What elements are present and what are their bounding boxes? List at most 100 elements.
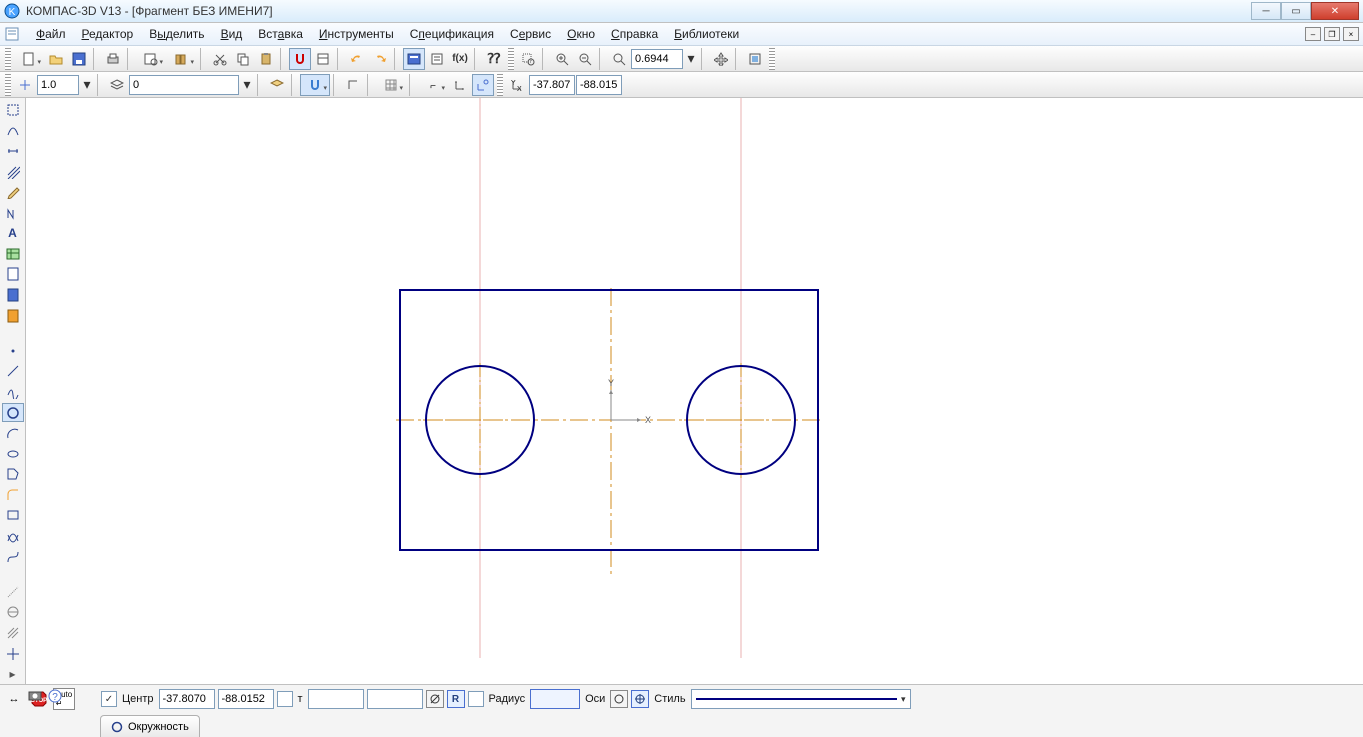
grip[interactable]: [769, 48, 775, 70]
tool-arc[interactable]: [2, 423, 24, 443]
undo-button[interactable]: [346, 48, 368, 70]
layer-input[interactable]: [129, 75, 239, 95]
scale-input[interactable]: [37, 75, 79, 95]
menu-select[interactable]: Выделить: [141, 25, 212, 43]
maximize-button[interactable]: ▭: [1281, 2, 1311, 20]
snap-settings-button[interactable]: [300, 74, 330, 96]
drawing-canvas[interactable]: X Y: [26, 98, 1363, 684]
fit-button[interactable]: [744, 48, 766, 70]
menu-tools[interactable]: Инструменты: [311, 25, 402, 43]
zoom-in-button[interactable]: [551, 48, 573, 70]
center-y-input[interactable]: [218, 689, 274, 709]
grip[interactable]: [508, 48, 514, 70]
save-button[interactable]: [68, 48, 90, 70]
expand-button[interactable]: ↔: [3, 688, 25, 710]
tool-text[interactable]: А: [2, 223, 24, 243]
center-x-input[interactable]: [159, 689, 215, 709]
menu-editor[interactable]: Редактор: [74, 25, 142, 43]
new-doc-button[interactable]: [14, 48, 44, 70]
properties-button[interactable]: [312, 48, 334, 70]
tool-spline[interactable]: [2, 382, 24, 402]
paste-button[interactable]: [255, 48, 277, 70]
layer-icon[interactable]: [106, 74, 128, 96]
doc-tab-circle[interactable]: Окружность: [100, 715, 200, 737]
cut-button[interactable]: [209, 48, 231, 70]
style-combo[interactable]: ▾: [691, 689, 911, 709]
tool-hatch2[interactable]: [2, 623, 24, 643]
tool-curve[interactable]: [2, 121, 24, 141]
help-pointer-button[interactable]: ⁇: [483, 48, 505, 70]
document-icon[interactable]: [4, 26, 20, 42]
menu-spec[interactable]: Спецификация: [402, 25, 502, 43]
t-y-input[interactable]: [367, 689, 423, 709]
tool-axis[interactable]: [2, 603, 24, 623]
axes-off[interactable]: [610, 690, 628, 708]
tool-bezier[interactable]: [2, 547, 24, 567]
doc-manager-button[interactable]: [426, 48, 448, 70]
zoom-value-input[interactable]: [631, 49, 683, 69]
tool-circle[interactable]: [2, 403, 24, 423]
print-button[interactable]: [102, 48, 124, 70]
zoom-dropdown[interactable]: ▾: [684, 48, 698, 70]
coord-y-input[interactable]: [576, 75, 622, 95]
menu-insert[interactable]: Вставка: [250, 25, 311, 43]
round-button[interactable]: ⌐: [418, 74, 448, 96]
pan-button[interactable]: [710, 48, 732, 70]
menu-view[interactable]: Вид: [213, 25, 251, 43]
menu-file[interactable]: Файл: [28, 25, 74, 43]
mdi-close[interactable]: ×: [1343, 27, 1359, 41]
tool-polygon[interactable]: [2, 526, 24, 546]
lcs-button[interactable]: [449, 74, 471, 96]
preview-button[interactable]: [136, 48, 166, 70]
coord-x-input[interactable]: [529, 75, 575, 95]
t-lock-checkbox[interactable]: [277, 691, 293, 707]
zoom-out-button[interactable]: [574, 48, 596, 70]
open-button[interactable]: [45, 48, 67, 70]
tool-signs[interactable]: [2, 306, 24, 326]
grip[interactable]: [5, 48, 11, 70]
variables-button[interactable]: f(x): [449, 48, 471, 70]
step-button[interactable]: [14, 74, 36, 96]
grip[interactable]: [497, 74, 503, 96]
copy-button[interactable]: [232, 48, 254, 70]
tool-rect[interactable]: [2, 506, 24, 526]
tool-spec[interactable]: [2, 265, 24, 285]
close-button[interactable]: ✕: [1311, 2, 1359, 20]
layer-dropdown[interactable]: ▾: [240, 74, 254, 96]
menu-service[interactable]: Сервис: [502, 25, 559, 43]
ucs-toggle[interactable]: [472, 74, 494, 96]
help-button[interactable]: ?: [47, 688, 63, 709]
tool-point[interactable]: [2, 341, 24, 361]
t-x-input[interactable]: [308, 689, 364, 709]
center-lock-checkbox[interactable]: ✓: [101, 691, 117, 707]
ortho-button[interactable]: [342, 74, 364, 96]
minimize-button[interactable]: ─: [1251, 2, 1281, 20]
grip[interactable]: [5, 74, 11, 96]
tool-fillet[interactable]: [2, 485, 24, 505]
scale-dropdown[interactable]: ▾: [80, 74, 94, 96]
menu-window[interactable]: Окно: [559, 25, 603, 43]
tool-param[interactable]: [2, 203, 24, 223]
radius-mode[interactable]: R: [447, 690, 465, 708]
tool-ellipse[interactable]: [2, 444, 24, 464]
tool-dim[interactable]: [2, 141, 24, 161]
diameter-mode[interactable]: [426, 690, 444, 708]
layers-config-button[interactable]: [266, 74, 288, 96]
snap-toggle[interactable]: [289, 48, 311, 70]
radius-input[interactable]: [530, 689, 580, 709]
tool-line[interactable]: [2, 362, 24, 382]
tool-contour[interactable]: [2, 465, 24, 485]
tool-aux-line[interactable]: [2, 582, 24, 602]
tool-report[interactable]: [2, 285, 24, 305]
zoom-scale-button[interactable]: [608, 48, 630, 70]
radius-lock-checkbox[interactable]: [468, 691, 484, 707]
manager-button[interactable]: [403, 48, 425, 70]
axes-on[interactable]: [631, 690, 649, 708]
tool-hatch[interactable]: [2, 162, 24, 182]
menu-help[interactable]: Справка: [603, 25, 666, 43]
libs-button[interactable]: [167, 48, 197, 70]
tool-axes[interactable]: [2, 644, 24, 664]
tool-table[interactable]: [2, 244, 24, 264]
redo-button[interactable]: [369, 48, 391, 70]
grid-button[interactable]: [376, 74, 406, 96]
